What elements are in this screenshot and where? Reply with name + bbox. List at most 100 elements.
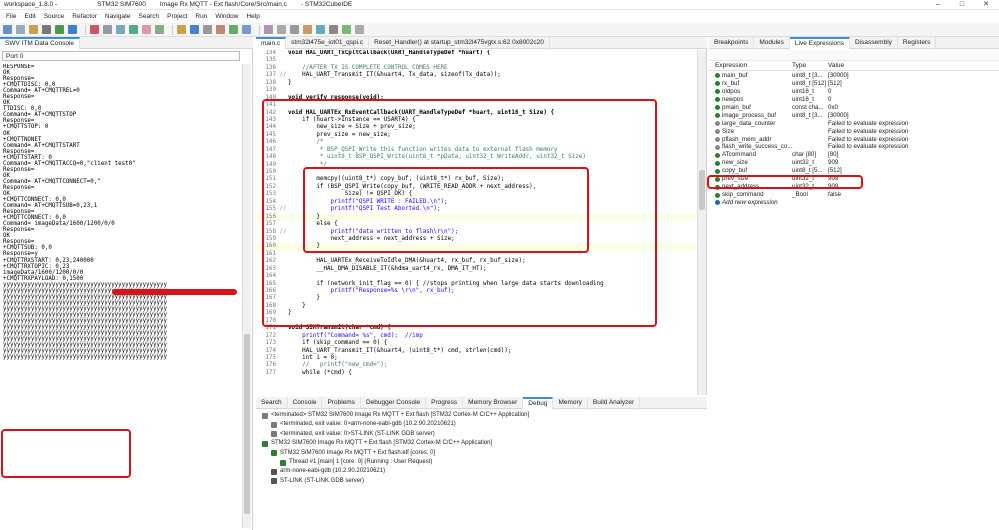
toolbar-tool-icon[interactable] <box>229 25 238 34</box>
toolbar-tool-icon[interactable] <box>303 25 312 34</box>
menu-file[interactable]: File <box>6 13 16 20</box>
bottom-tab[interactable]: Search <box>256 396 288 409</box>
expression-row[interactable]: pmain_buf const cha... 0x0 <box>709 104 999 112</box>
expression-row[interactable]: flash_write_success_co... Failed to evalu… <box>709 143 999 151</box>
debug-tree-item[interactable]: <terminated, exit value: 0>arm-none-eabi… <box>256 420 707 429</box>
expression-row[interactable]: oldpos uint16_t 0 <box>709 88 999 96</box>
debug-tree-item[interactable]: STM32 SIM7600 Image Rx MQTT + Ext flash.… <box>256 449 707 458</box>
bottom-tab[interactable]: Memory Browser <box>463 396 524 409</box>
toolbar-tool-icon[interactable] <box>342 25 351 34</box>
expression-row[interactable]: prev_size uint32_t 909 <box>709 175 999 183</box>
bottom-tab[interactable]: Problems <box>322 396 361 409</box>
port-tab[interactable]: Port 0 <box>2 51 240 61</box>
bottom-tab[interactable]: Debug <box>523 396 554 409</box>
toolbar-tool-icon[interactable] <box>277 25 286 34</box>
toolbar-tool-icon[interactable] <box>16 25 25 34</box>
code-editor[interactable]: main.c stm32l475e_iot01_qspi.c Reset_Handl… <box>256 36 707 395</box>
expression-row[interactable]: Size Failed to evaluate expression <box>709 128 999 136</box>
menu-source[interactable]: Source <box>44 13 65 20</box>
toolbar-tool-icon[interactable] <box>316 25 325 34</box>
toolbar-tool-icon[interactable] <box>29 25 38 34</box>
menu-navigate[interactable]: Navigate <box>105 13 131 20</box>
toolbar-tool-icon[interactable] <box>129 25 138 34</box>
toolbar-tool-icon[interactable] <box>68 25 77 34</box>
menu-help[interactable]: Help <box>246 13 259 20</box>
menu-refactor[interactable]: Refactor <box>72 13 97 20</box>
bottom-tab[interactable]: Console <box>288 396 323 409</box>
console-scrollbar[interactable] <box>242 64 251 528</box>
editor-tab[interactable]: stm32l475e_iot01_qspi.c <box>286 36 370 49</box>
expression-row[interactable]: rx_buf uint8_t [512] [512] <box>709 80 999 88</box>
editor-tab[interactable]: Reset_Handler() at startup_stm32l475vgtx… <box>369 36 550 49</box>
expression-row[interactable]: ATcommand char [80] [80] <box>709 151 999 159</box>
toolbar-tool-icon[interactable] <box>290 25 299 34</box>
debug-tree-item[interactable]: Thread #1 [main] 1 [core: 0] (Running : … <box>256 458 707 467</box>
editor-scroll-thumb[interactable] <box>699 170 705 210</box>
expressions-tab[interactable]: Live Expressions <box>789 36 851 49</box>
debug-tree-item[interactable]: STM32 SIM7600 Image Rx MQTT + Ext flash … <box>256 439 707 448</box>
debug-item-icon <box>271 478 277 485</box>
expression-row[interactable]: copy_buf uint8_t [5... [512] <box>709 167 999 175</box>
expression-name-cell: new_size <box>709 159 792 167</box>
debug-tree-item[interactable]: <terminated> STM32 SIM7600 Image Rx MQTT… <box>256 411 707 420</box>
menu-project[interactable]: Project <box>167 13 187 20</box>
expression-row[interactable]: skip_command _Bool false <box>709 191 999 199</box>
tab-swv-console[interactable]: SWV ITM Data Console <box>0 36 80 49</box>
menu-search[interactable]: Search <box>139 13 160 20</box>
toolbar-tool-icon[interactable] <box>355 25 364 34</box>
toolbar-tool-icon[interactable] <box>190 25 199 34</box>
menu-run[interactable]: Run <box>195 13 207 20</box>
toolbar-tool-icon[interactable] <box>116 25 125 34</box>
expression-row[interactable]: next_address uint32_t 909 <box>709 183 999 191</box>
menu-edit[interactable]: Edit <box>24 13 35 20</box>
expressions-tab[interactable]: Breakpoints <box>709 36 755 49</box>
expression-row[interactable]: new_size uint32_t 909 <box>709 159 999 167</box>
toolbar-tool-icon[interactable] <box>103 25 112 34</box>
bottom-tab[interactable]: Progress <box>426 396 464 409</box>
expression-row[interactable]: Add new expression <box>709 199 999 207</box>
toolbar-tool-icon[interactable] <box>142 25 151 34</box>
expression-row[interactable]: main_buf uint8_t [3... [30000] <box>709 72 999 80</box>
maximize-icon[interactable]: □ <box>950 0 974 10</box>
editor-tab[interactable]: main.c <box>256 36 287 49</box>
expression-name-cell: rx_buf <box>709 80 792 88</box>
expressions-tab[interactable]: Modules <box>754 36 790 49</box>
line-number: 152 <box>265 183 276 190</box>
debug-tree-item[interactable]: ST-LINK (ST-LINK GDB server) <box>256 477 707 486</box>
console-scroll-thumb[interactable] <box>244 334 250 514</box>
toolbar-tool-icon[interactable] <box>242 25 251 34</box>
bottom-tab[interactable]: Build Analyzer <box>588 396 641 409</box>
bottom-tab[interactable]: Memory <box>553 396 588 409</box>
toolbar-tool-icon[interactable] <box>264 25 273 34</box>
line-marker <box>278 273 288 280</box>
toolbar-tool-icon[interactable] <box>42 25 51 34</box>
line-number: 170 <box>265 317 276 324</box>
minimize-icon[interactable]: – <box>926 0 950 10</box>
line-number: 150 <box>265 169 276 175</box>
toolbar-tool-icon[interactable] <box>55 25 64 34</box>
code-line: 170 <box>256 318 696 325</box>
code-line: 140 void verify_response(void); <box>256 95 696 102</box>
toolbar-tool-icon[interactable] <box>90 25 99 34</box>
toolbar-tool-icon[interactable] <box>216 25 225 34</box>
bottom-tab[interactable]: Debugger Console <box>361 396 427 409</box>
toolbar-tool-icon[interactable] <box>329 25 338 34</box>
expression-row[interactable]: image_process_buf uint8_t [3... [30000] <box>709 112 999 120</box>
toolbar-tool-icon[interactable] <box>177 25 186 34</box>
toolbar-tool-icon[interactable] <box>3 25 12 34</box>
editor-scrollbar[interactable] <box>697 50 706 395</box>
expressions-tab[interactable]: Registers <box>898 36 937 49</box>
expressions-tab[interactable]: Disassembly <box>850 36 898 49</box>
line-marker: // <box>279 206 287 213</box>
expression-row[interactable]: large_data_counter Failed to evaluate exp… <box>709 120 999 128</box>
toolbar-tool-icon[interactable] <box>155 25 164 34</box>
debug-tree-item[interactable]: <terminated, exit value: 0>ST-LINK (ST-L… <box>256 430 707 439</box>
menu-window[interactable]: Window <box>215 13 238 20</box>
code-area[interactable]: 134 void HAL_UART_TxCpltCallback(UART_Han… <box>256 50 696 395</box>
debug-tree-item[interactable]: arm-none-eabi-gdb (10.2.90.20210621) <box>256 467 707 476</box>
expression-row[interactable]: newpos uint16_t 0 <box>709 96 999 104</box>
toolbar-tool-icon[interactable] <box>203 25 212 34</box>
expression-row[interactable]: pflash_mem_addr Failed to evaluate expres… <box>709 136 999 144</box>
close-icon[interactable]: ✕ <box>974 0 998 10</box>
code-line: 164 <box>256 273 696 280</box>
